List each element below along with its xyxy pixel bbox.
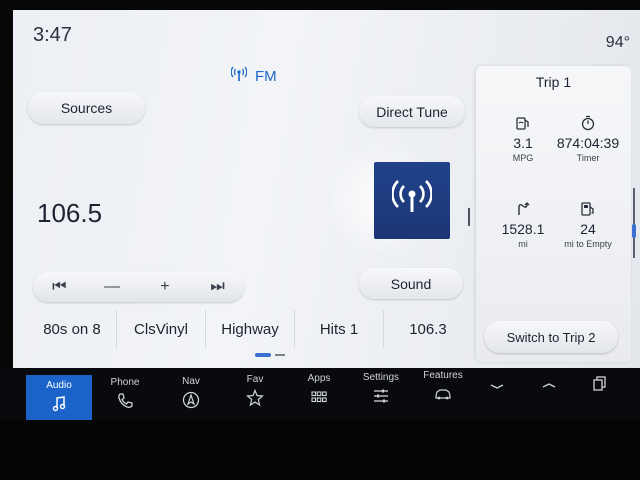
- stopwatch-icon: [551, 115, 625, 133]
- scrollbar-thumb[interactable]: [632, 224, 636, 238]
- nav-label: Nav: [182, 376, 200, 387]
- station-artwork: [374, 162, 450, 239]
- radio-tower-icon: [230, 66, 248, 86]
- page-dot: [275, 354, 285, 356]
- metric-value: 3.1: [513, 135, 533, 151]
- nav-label: Audio: [46, 380, 72, 391]
- grid-icon: [286, 388, 352, 406]
- bezel: [0, 420, 640, 480]
- nav-audio[interactable]: Audio: [26, 375, 92, 423]
- seek-forward-button[interactable]: ⏭: [194, 278, 242, 296]
- current-frequency: 106.5: [37, 198, 103, 228]
- metric-label: MPG: [512, 153, 534, 163]
- nav-label: Phone: [110, 377, 140, 388]
- outside-temperature: 94°: [605, 34, 630, 51]
- trip-metric-range: 24 mi to Empty: [551, 201, 625, 249]
- route-icon: [486, 201, 560, 219]
- preset-4[interactable]: Hits 1: [295, 310, 384, 348]
- trip-panel-scrollbar[interactable]: [632, 188, 636, 258]
- compass-icon: [158, 391, 224, 409]
- star-icon: [222, 389, 288, 407]
- source-indicator: FM: [230, 66, 277, 86]
- metric-label: Timer: [576, 153, 600, 163]
- metric-value: 874:04:39: [556, 135, 620, 151]
- direct-tune-button[interactable]: Direct Tune: [359, 96, 465, 127]
- bottom-nav-bar: Audio Phone Nav Fav Apps Settings Featur…: [0, 367, 640, 423]
- preset-1[interactable]: 80s on 8: [28, 310, 117, 348]
- infotainment-screen: 3:47 94° FM Sources Direct Tune 106.5 So…: [13, 10, 640, 375]
- sources-button[interactable]: Sources: [28, 92, 145, 124]
- nav-label: Apps: [307, 373, 331, 384]
- page-dot-active: [255, 353, 271, 357]
- nav-navigation[interactable]: Nav: [158, 371, 224, 419]
- phone-icon: [92, 392, 158, 410]
- nav-favorites[interactable]: Fav: [222, 369, 288, 417]
- nav-phone[interactable]: Phone: [92, 372, 158, 420]
- divider: [468, 208, 470, 226]
- layers-icon: [566, 374, 632, 392]
- band-label: FM: [255, 67, 277, 85]
- preset-3[interactable]: Highway: [206, 310, 295, 348]
- trip-metric-mpg: 3.1 MPG: [486, 115, 560, 163]
- sound-button[interactable]: Sound: [359, 268, 463, 299]
- music-note-icon: [26, 395, 92, 413]
- trip-title: Trip 1: [535, 74, 572, 90]
- metric-label: mi to Empty: [564, 239, 612, 249]
- preset-bar: 80s on 8 ClsVinyl Highway Hits 1 106.3: [28, 310, 472, 348]
- switch-trip-button[interactable]: Switch to Trip 2: [484, 321, 618, 353]
- metric-label: mi: [518, 239, 528, 249]
- metric-value: 1528.1: [501, 221, 545, 237]
- transport-controls: ⏮ — + ⏭: [33, 272, 244, 302]
- clock: 3:47: [33, 24, 72, 46]
- preset-5[interactable]: 106.3: [384, 310, 472, 348]
- fuel-pump-icon: [551, 201, 625, 219]
- sliders-icon: [348, 387, 414, 405]
- tune-down-button[interactable]: —: [88, 278, 136, 296]
- layers-button[interactable]: [566, 370, 632, 418]
- nav-label: Fav: [246, 374, 264, 385]
- seek-back-button[interactable]: ⏮: [35, 278, 83, 296]
- scrollbar-track: [633, 188, 635, 258]
- trip-panel: Trip 1 3.1 MPG 874:04:39 Timer 1528.1 mi: [476, 66, 631, 362]
- metric-value: 24: [580, 221, 596, 237]
- trip-metric-timer: 874:04:39 Timer: [551, 115, 625, 163]
- preset-2[interactable]: ClsVinyl: [117, 310, 206, 348]
- preset-page-indicator: [255, 353, 285, 357]
- trip-metric-distance: 1528.1 mi: [486, 201, 560, 249]
- radio-tower-icon: [391, 178, 433, 223]
- nav-label: Settings: [362, 372, 400, 383]
- nav-apps[interactable]: Apps: [286, 368, 352, 416]
- nav-settings[interactable]: Settings: [348, 367, 414, 415]
- fuel-gauge-icon: [486, 115, 560, 133]
- tune-up-button[interactable]: +: [141, 278, 189, 296]
